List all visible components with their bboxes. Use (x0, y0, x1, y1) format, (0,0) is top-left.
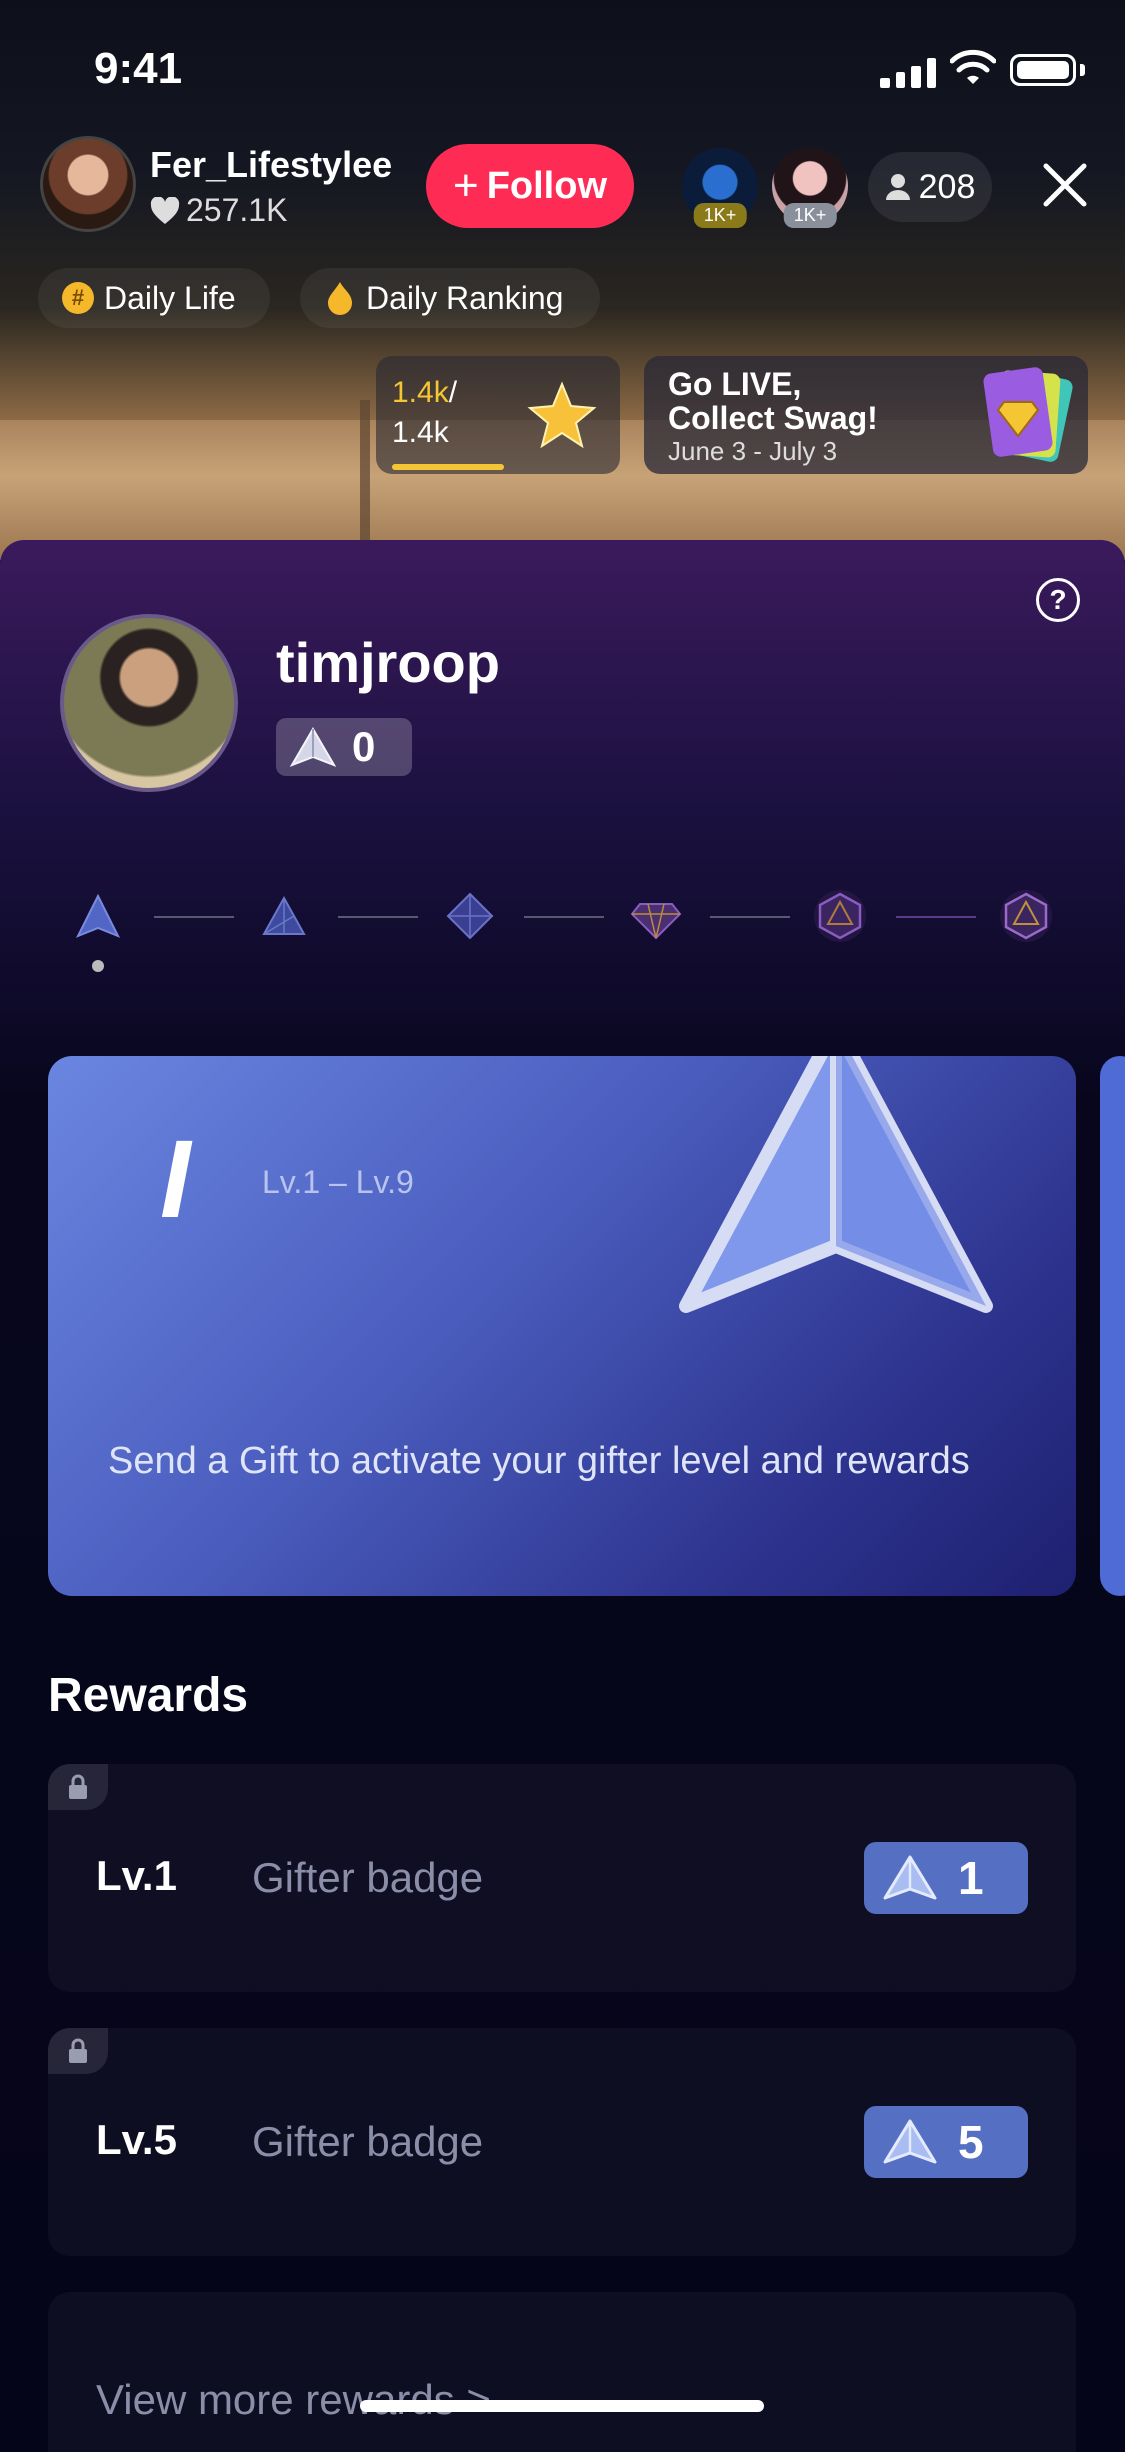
reward-badge: 1 (864, 1842, 1028, 1914)
help-icon[interactable]: ? (1036, 578, 1080, 622)
plus-icon: + (452, 161, 479, 210)
host-avatar[interactable] (40, 136, 136, 232)
tier-5-icon[interactable] (812, 888, 868, 944)
viewer-count-value: 208 (918, 167, 976, 206)
promo-dates: June 3 - July 3 (668, 436, 838, 466)
next-level-card-peek[interactable] (1100, 1056, 1125, 1596)
follow-label: Follow (486, 164, 607, 207)
reward-level: Lv.5 (96, 2116, 177, 2163)
current-tier-indicator (92, 960, 104, 972)
swag-cards-icon (983, 367, 1073, 462)
level-card[interactable]: I Lv.1 – Lv.9 Send a Gift to activate yo… (48, 1056, 1076, 1596)
ranking-progress-card[interactable]: 1.4k/ 1.4k (376, 356, 620, 474)
level-tier-track (70, 888, 1060, 948)
promo-line1: Go LIVE, (668, 366, 802, 402)
viewer-badge-2: 1K+ (783, 203, 837, 228)
viewer-count[interactable]: 208 (868, 152, 992, 222)
battery-cap (1080, 64, 1085, 76)
wifi-icon (950, 49, 996, 84)
chip-daily-life-label: Daily Life (104, 279, 236, 316)
tier-2-icon[interactable] (256, 888, 312, 944)
username: timjroop (276, 631, 500, 694)
tier-connector (896, 916, 976, 918)
promo-line2: Collect Swag! (668, 400, 878, 436)
flame-icon (328, 282, 352, 315)
heart-icon (150, 196, 180, 224)
ranking-progress-bar (392, 464, 504, 470)
tier-6-icon[interactable] (998, 888, 1054, 944)
host-likes: 257.1K (150, 192, 287, 229)
host-likes-count: 257.1K (186, 192, 288, 228)
viewer-badge-1: 1K+ (693, 203, 747, 228)
reward-name: Gifter badge (252, 1854, 484, 1901)
status-time: 9:41 (94, 44, 183, 93)
reward-item[interactable]: Lv.5 Gifter badge 5 (48, 2028, 1076, 2256)
top-viewer-1[interactable]: 1K+ (682, 148, 758, 228)
hashtag-icon: # (62, 282, 94, 314)
rewards-title: Rewards (48, 1669, 249, 1722)
follow-button[interactable]: + Follow (426, 144, 634, 228)
lock-icon (48, 2028, 108, 2074)
home-indicator[interactable] (360, 2400, 764, 2412)
user-level-value: 0 (352, 723, 376, 770)
ranking-total: 1.4k (392, 416, 449, 449)
tier-1-icon[interactable] (70, 888, 126, 944)
tier-connector (154, 916, 234, 918)
close-icon[interactable] (1040, 160, 1090, 210)
lock-icon (48, 1764, 108, 1810)
reward-name: Gifter badge (252, 2118, 484, 2165)
level-range: Lv.1 – Lv.9 (262, 1164, 414, 1200)
chip-daily-life[interactable]: # Daily Life (38, 268, 270, 328)
gifter-level-icon (290, 727, 336, 767)
top-viewer-2[interactable]: 1K+ (772, 148, 848, 228)
tier-connector (338, 916, 418, 918)
user-avatar (60, 614, 238, 792)
ranking-current: 1.4k/ (392, 376, 458, 409)
reward-item[interactable]: Lv.1 Gifter badge 1 (48, 1764, 1076, 1992)
gifter-badge-icon (883, 1855, 937, 1900)
person-icon (885, 174, 910, 200)
go-live-promo-card[interactable]: Go LIVE, Collect Swag! June 3 - July 3 (644, 356, 1088, 474)
reward-badge-value: 1 (958, 1852, 984, 1904)
gifter-badge-icon (883, 2119, 937, 2164)
gifter-tier-large-icon (679, 1056, 993, 1313)
level-roman-numeral: I (160, 1118, 191, 1241)
host-name: Fer_Lifestylee (150, 144, 393, 185)
signal-icon (880, 56, 936, 88)
user-level-badge: 0 (276, 718, 412, 776)
tier-connector (710, 916, 790, 918)
reward-badge: 5 (864, 2106, 1028, 2178)
level-description: Send a Gift to activate your gifter leve… (108, 1440, 970, 1482)
chip-daily-ranking-label: Daily Ranking (366, 279, 564, 316)
tier-connector (524, 916, 604, 918)
tier-3-icon[interactable] (442, 888, 498, 944)
tier-4-icon[interactable] (628, 888, 684, 944)
video-wood-gap (360, 400, 370, 560)
battery-icon (1010, 54, 1076, 86)
view-more-rewards[interactable]: View more rewards > (48, 2292, 1076, 2452)
reward-level: Lv.1 (96, 1852, 177, 1899)
reward-badge-value: 5 (958, 2116, 984, 2168)
status-bar: 9:41 (0, 40, 1125, 100)
chip-daily-ranking[interactable]: Daily Ranking (300, 268, 600, 328)
star-icon (527, 381, 597, 449)
